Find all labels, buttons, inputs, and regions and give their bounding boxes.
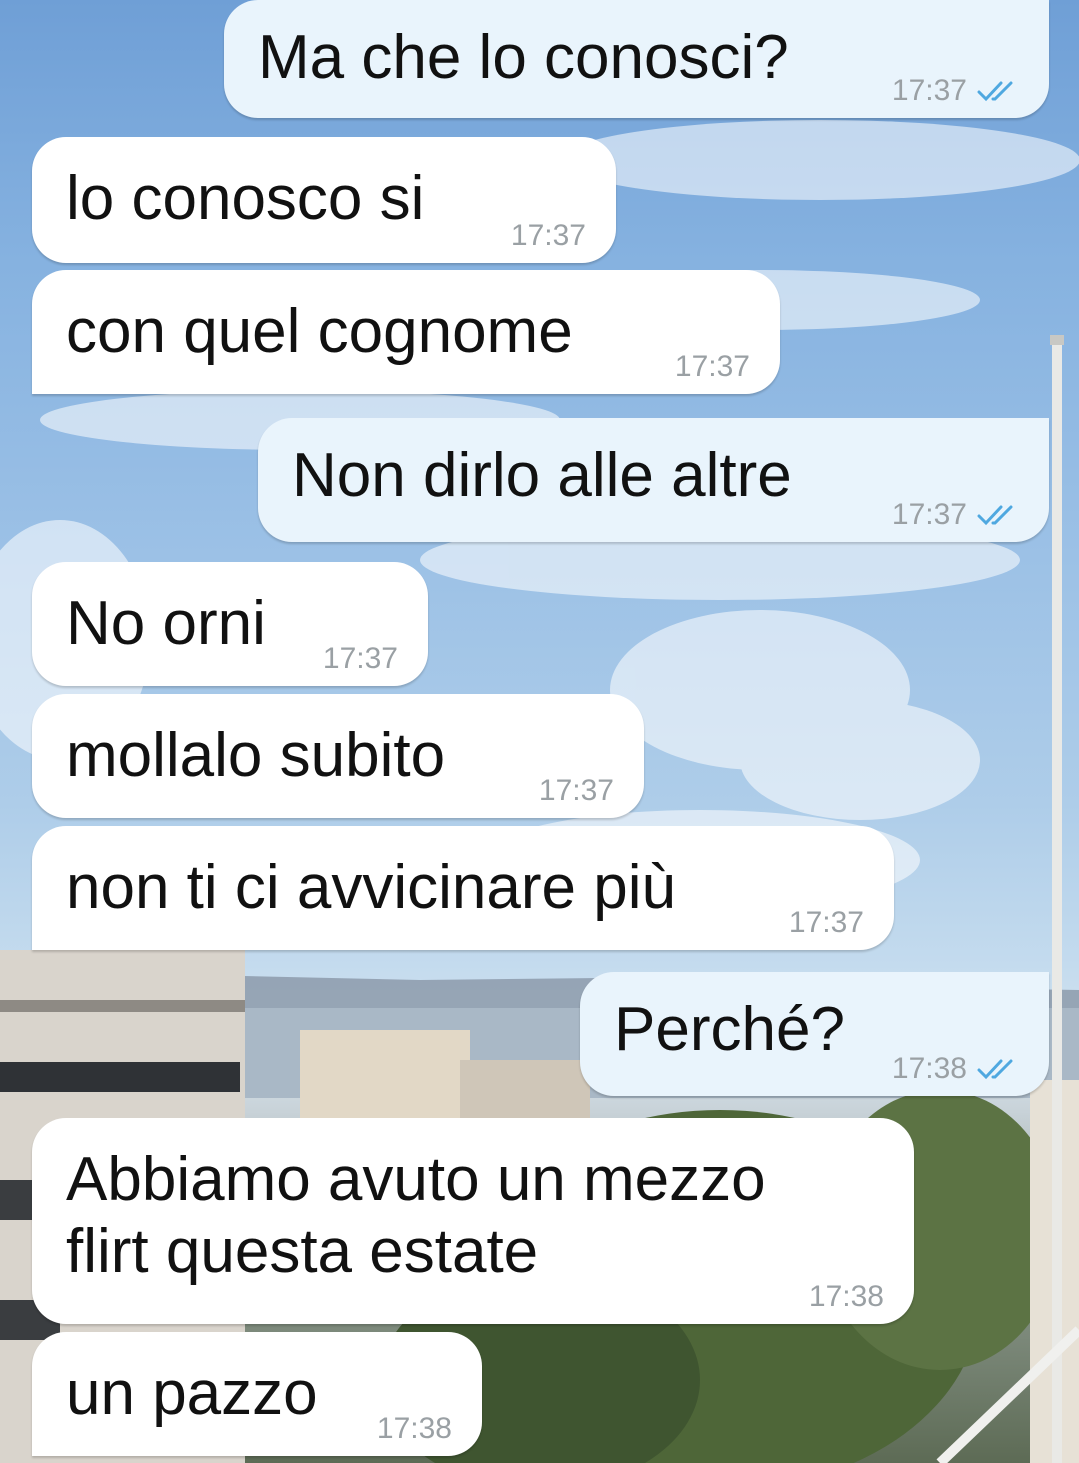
message-time: 17:37 <box>322 642 398 675</box>
message-meta: 17:37 <box>675 350 750 384</box>
message-time: 17:38 <box>808 1280 884 1313</box>
message-text: Abbiamo avuto un mezzo flirt questa esta… <box>66 1145 766 1286</box>
message-text: non ti ci avvicinare più <box>66 853 676 922</box>
message-time: 17:38 <box>891 1052 967 1085</box>
message-meta: 17:38 <box>377 1412 452 1446</box>
message-meta: 17:37 <box>511 219 586 253</box>
message-meta: 17:37 <box>892 498 1021 532</box>
message-text: mollalo subito <box>66 721 446 790</box>
incoming-message[interactable]: No orni 17:37 <box>32 562 428 686</box>
message-meta: 17:37 <box>892 74 1021 108</box>
incoming-message[interactable]: lo conosco si 17:37 <box>32 137 616 263</box>
message-time: 17:37 <box>538 774 614 807</box>
message-meta: 17:38 <box>892 1052 1021 1086</box>
outgoing-message[interactable]: Perché? 17:38 <box>580 972 1049 1096</box>
message-time: 17:37 <box>674 350 750 383</box>
message-time: 17:37 <box>510 219 586 252</box>
double-check-icon <box>977 503 1021 527</box>
message-text: Ma che lo conosci? <box>258 23 789 92</box>
message-meta: 17:37 <box>539 774 614 808</box>
message-text: con quel cognome <box>66 297 573 366</box>
incoming-message[interactable]: non ti ci avvicinare più 17:37 <box>32 826 894 950</box>
message-text: Perché? <box>614 995 845 1064</box>
double-check-icon <box>977 79 1021 103</box>
incoming-message[interactable]: con quel cognome 17:37 <box>32 270 780 394</box>
message-time: 17:37 <box>891 498 967 531</box>
incoming-message[interactable]: Abbiamo avuto un mezzo flirt questa esta… <box>32 1118 914 1324</box>
message-meta: 17:38 <box>809 1280 884 1314</box>
message-time: 17:37 <box>788 906 864 939</box>
double-check-icon <box>977 1057 1021 1081</box>
incoming-message[interactable]: mollalo subito 17:37 <box>32 694 644 818</box>
message-text: Non dirlo alle altre <box>292 441 792 510</box>
outgoing-message[interactable]: Non dirlo alle altre 17:37 <box>258 418 1049 542</box>
message-meta: 17:37 <box>323 642 398 676</box>
message-meta: 17:37 <box>789 906 864 940</box>
message-text: lo conosco si <box>66 164 425 233</box>
message-time: 17:37 <box>891 74 967 107</box>
message-time: 17:38 <box>376 1412 452 1445</box>
outgoing-message[interactable]: Ma che lo conosci? 17:37 <box>224 0 1049 118</box>
incoming-message[interactable]: un pazzo 17:38 <box>32 1332 482 1456</box>
